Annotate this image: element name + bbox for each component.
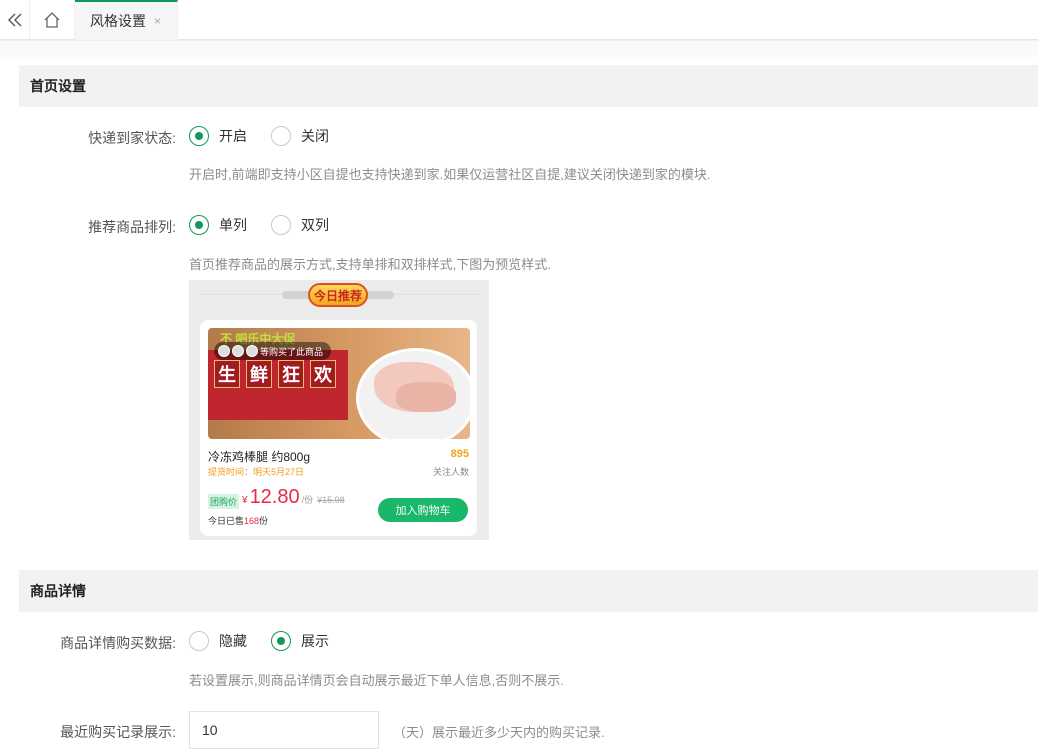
tab-label: 风格设置: [90, 13, 146, 29]
tab-bar: 风格设置 ×: [0, 0, 1038, 40]
buyers-text: 等购买了此商品: [260, 346, 324, 357]
radio-circle: [271, 126, 291, 146]
tab-style-settings[interactable]: 风格设置 ×: [75, 0, 178, 40]
radio-label: 隐藏: [219, 633, 247, 649]
recommend-layout-radio-group: 单列 双列: [189, 215, 353, 235]
radio-layout-double[interactable]: 双列: [271, 215, 329, 235]
radio-label: 双列: [301, 217, 329, 233]
preview-add-to-cart: 加入购物车: [378, 498, 468, 522]
delivery-status-hint: 开启时,前端即支持小区自提也支持快递到家.如果仅运营社区自提,建议关闭快递到家的…: [189, 167, 711, 182]
recent-records-label: 最近购买记录展示:: [60, 724, 176, 740]
recommend-layout-label: 推荐商品排列:: [88, 219, 176, 235]
radio-circle: [189, 215, 209, 235]
radio-label: 单列: [219, 217, 247, 233]
section-header-detail: 商品详情: [19, 570, 1038, 612]
preview-badge: 今日推荐: [308, 283, 368, 307]
close-icon[interactable]: ×: [154, 14, 161, 28]
radio-purchase-hide[interactable]: 隐藏: [189, 631, 247, 651]
sold-suffix: 份: [259, 516, 269, 526]
home-tab[interactable]: [30, 0, 75, 40]
preview-product-name: 冷冻鸡棒腿 约800g: [208, 450, 311, 464]
preview-price: ¥ 12.80 /份 ¥15.98: [242, 486, 345, 509]
radio-circle: [271, 631, 291, 651]
radio-purchase-show[interactable]: 展示: [271, 631, 329, 651]
price-value: 12.80: [249, 486, 300, 508]
preview-buyers-pill: 等购买了此商品: [214, 342, 332, 360]
radio-label: 开启: [219, 128, 247, 144]
radio-layout-single[interactable]: 单列: [189, 215, 247, 235]
radio-label: 关闭: [301, 128, 329, 144]
preview-banner-title: 生 鲜 狂 欢: [214, 360, 342, 388]
radio-circle: [271, 215, 291, 235]
radio-label: 展示: [301, 633, 329, 649]
radio-circle: [189, 631, 209, 651]
recent-days-input[interactable]: [189, 711, 379, 749]
delivery-status-label: 快递到家状态:: [88, 130, 176, 146]
preview-pickup-time: 提货时间：明天5月27日: [208, 467, 305, 477]
collapse-sidebar-button[interactable]: [0, 0, 30, 40]
double-chevron-left-icon: [7, 13, 21, 27]
avatar: [232, 345, 244, 357]
radio-delivery-on[interactable]: 开启: [189, 126, 247, 146]
delivery-status-radio-group: 开启 关闭: [189, 126, 353, 146]
recommend-layout-hint: 首页推荐商品的展示方式,支持单排和双排样式,下图为预览样式.: [189, 257, 551, 272]
banner-char: 欢: [310, 360, 336, 388]
radio-delivery-off[interactable]: 关闭: [271, 126, 329, 146]
layout-preview-image: 今日推荐 不 吧乐中大促 生 鲜 狂 欢 等购买了此商品 冷冻鸡棒腿 约800g…: [189, 280, 489, 540]
avatar: [246, 345, 258, 357]
preview-follow-count: 895: [450, 448, 469, 460]
home-icon: [44, 12, 60, 28]
preview-group-tag: 团购价: [208, 494, 240, 509]
price-old: ¥15.98: [317, 495, 345, 505]
section-title: 商品详情: [30, 583, 86, 599]
price-unit: /份: [301, 495, 314, 505]
preview-product-image: 不 吧乐中大促 生 鲜 狂 欢 等购买了此商品: [208, 328, 470, 439]
banner-char: 狂: [278, 360, 304, 388]
preview-product-card: 不 吧乐中大促 生 鲜 狂 欢 等购买了此商品 冷冻鸡棒腿 约800g 895 …: [200, 320, 477, 536]
price-currency: ¥: [242, 495, 248, 506]
banner-char: 鲜: [246, 360, 272, 388]
preview-sold: 今日已售168份: [208, 514, 268, 527]
preview-drumstick: [396, 382, 456, 412]
purchase-data-radio-group: 隐藏 展示: [189, 631, 353, 651]
preview-follow-label: 关注人数: [432, 467, 469, 477]
recent-days-hint: （天）展示最近多少天内的购买记录.: [393, 725, 605, 740]
purchase-data-hint: 若设置展示,则商品详情页会自动展示最近下单人信息,否则不展示.: [189, 673, 564, 688]
sold-prefix: 今日已售: [208, 516, 245, 526]
avatar: [218, 345, 230, 357]
sold-count: 168: [244, 516, 260, 526]
banner-char: 生: [214, 360, 240, 388]
section-title: 首页设置: [30, 78, 86, 94]
section-header-home: 首页设置: [19, 65, 1038, 107]
radio-circle: [189, 126, 209, 146]
content-top-strip: [0, 41, 1038, 57]
purchase-data-label: 商品详情购买数据:: [60, 635, 176, 651]
